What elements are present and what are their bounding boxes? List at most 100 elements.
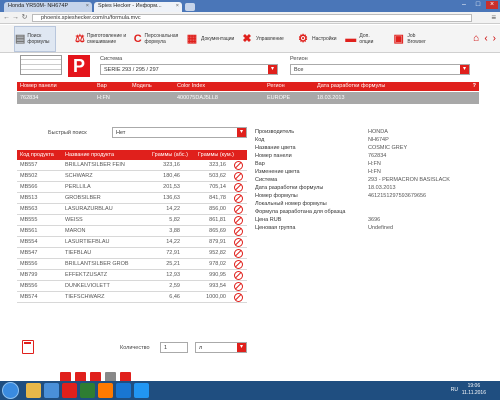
info-row: Изменение цвета H:FN <box>255 168 485 176</box>
delete-icon[interactable] <box>234 161 243 170</box>
table-row[interactable]: MB547 TIEFBLAU 72,91 952,82 <box>17 248 247 259</box>
app-icon[interactable] <box>62 383 77 398</box>
windows-taskbar: RU 19:06 11.11.2016 <box>0 381 500 400</box>
skype-icon[interactable] <box>134 383 149 398</box>
browser-tab-1[interactable]: Honda YR50M- NH674P × <box>4 2 92 12</box>
new-tab-button[interactable] <box>185 3 195 11</box>
info-value: NH674P <box>368 137 389 143</box>
toolbar-job-browser[interactable]: ▣ Job Browser <box>392 26 434 52</box>
delete-icon[interactable] <box>234 172 243 181</box>
region-label: Регион <box>290 56 308 62</box>
cell: 201,53 <box>163 184 180 190</box>
start-button-icon[interactable] <box>2 382 19 399</box>
close-icon[interactable]: × <box>176 3 179 9</box>
media-icon[interactable] <box>98 383 113 398</box>
url-input[interactable]: phoenix.spieshecker.com/ru/formula.mvc <box>32 14 472 22</box>
delete-icon[interactable] <box>234 216 243 225</box>
cell: MB566 <box>20 184 38 190</box>
browser-tab-2[interactable]: Spies Hecker - Информ... × <box>94 2 182 12</box>
forward-icon[interactable]: › <box>493 33 496 44</box>
browser-menu-icon[interactable]: ≡ <box>491 14 496 22</box>
info-row: Дата разработки формулы 18.03.2013 <box>255 184 485 192</box>
toolbar-documents[interactable]: ▦ Документации <box>185 26 240 52</box>
ie-icon[interactable] <box>44 383 59 398</box>
close-icon[interactable]: × <box>86 3 89 9</box>
cell: MB799 <box>20 272 38 278</box>
toolbar-label: Приготовление и смешивание <box>86 33 127 45</box>
back-arrow-icon[interactable]: ← <box>2 14 11 22</box>
chrome-icon[interactable] <box>80 383 95 398</box>
system-value: SERIE 293 / 295 / 297 <box>104 67 159 73</box>
summary-table-row[interactable]: 762834 H:FN 400075DAJ5LL8 EUROPE 18.03.2… <box>17 92 479 104</box>
cell: LASURTIEFBLAU <box>65 239 110 245</box>
cell: MB547 <box>20 250 38 256</box>
info-row: Локальный номер формулы <box>255 200 485 208</box>
toolbar-mixing[interactable]: ⚖ Приготовление и смешивание <box>75 26 130 52</box>
chevron-down-icon: ▾ <box>460 65 469 74</box>
cell: MB563 <box>20 206 38 212</box>
toolbar-formula-search[interactable]: ▤ Поиск формулы <box>14 26 56 52</box>
toolbar-management[interactable]: ✖ Управление <box>240 26 295 52</box>
toolbar-extra-options[interactable]: ▬ Доп. опции <box>344 26 384 52</box>
toolbar-settings[interactable]: ⚙ Настройки <box>296 26 341 52</box>
table-row[interactable]: MB555 WEISS 5,82 861,81 <box>17 215 247 226</box>
help-icon[interactable]: ? <box>473 82 476 91</box>
table-row[interactable]: MB556 BRILLANTSILBER GROB 25,21 978,02 <box>17 259 247 270</box>
calculator-icon[interactable] <box>22 340 34 354</box>
delete-icon[interactable] <box>234 282 243 291</box>
delete-icon[interactable] <box>234 293 243 302</box>
table-row[interactable]: MB574 TIEFSCHWARZ 6,46 1000,00 <box>17 292 247 303</box>
col-header: Номер панели <box>20 83 57 89</box>
briefcase-icon: ▬ <box>345 33 357 45</box>
formula-table: Код продукта Название продукта Граммы (а… <box>17 150 247 303</box>
cell: 503,62 <box>209 173 226 179</box>
cell: MARON <box>65 228 86 234</box>
delete-icon[interactable] <box>234 194 243 203</box>
info-value: Undefined <box>368 225 394 231</box>
cell: 856,00 <box>209 206 226 212</box>
document-icon: ▦ <box>186 33 198 45</box>
address-bar-row: ← → ↻ phoenix.spieshecker.com/ru/formula… <box>0 12 500 24</box>
window-close-icon[interactable]: × <box>486 1 498 9</box>
back-icon[interactable]: ‹ <box>484 33 487 44</box>
region-select[interactable]: Все ▾ <box>290 64 470 75</box>
word-icon[interactable] <box>116 383 131 398</box>
quick-search-select[interactable]: Нет ▾ <box>112 127 247 138</box>
language-indicator[interactable]: RU <box>451 387 458 393</box>
unit-value: л <box>199 345 203 351</box>
table-row[interactable]: MB556 DUNKELVIOLETT 2,59 993,54 <box>17 281 247 292</box>
table-row[interactable]: MB554 LASURTIEFBLAU 14,22 879,91 <box>17 237 247 248</box>
quantity-input[interactable]: 1 <box>160 342 188 353</box>
table-row[interactable]: MB561 MARON 3,88 865,69 <box>17 226 247 237</box>
explorer-icon[interactable] <box>26 383 41 398</box>
toolbar-personal-formula[interactable]: C Персональная формула <box>133 26 183 52</box>
col-header: Регион <box>267 83 285 89</box>
quantity-label: Количество <box>120 345 150 351</box>
tab-title: Honda YR50M- NH674P <box>8 3 69 9</box>
table-row[interactable]: MB557 BRILLANTSILBER FEIN 323,16 323,16 <box>17 160 247 171</box>
browser-tab-bar: Honda YR50M- NH674P × Spies Hecker - Инф… <box>0 0 500 12</box>
cell: LASURAZURBLAU <box>65 206 113 212</box>
delete-icon[interactable] <box>234 205 243 214</box>
reload-icon[interactable]: ↻ <box>20 14 29 22</box>
unit-select[interactable]: л ▾ <box>195 342 247 353</box>
delete-icon[interactable] <box>234 183 243 192</box>
home-icon[interactable]: ⌂ <box>473 33 479 44</box>
table-row[interactable]: MB563 LASURAZURBLAU 14,22 856,00 <box>17 204 247 215</box>
delete-icon[interactable] <box>234 238 243 247</box>
table-row[interactable]: MB799 EFFEKTZUSATZ 12,93 990,95 <box>17 270 247 281</box>
minimize-icon[interactable]: – <box>458 1 470 9</box>
system-select[interactable]: SERIE 293 / 295 / 297 ▾ <box>100 64 278 75</box>
info-value: 762834 <box>368 153 387 159</box>
forward-arrow-icon[interactable]: → <box>11 14 20 22</box>
taskbar-clock[interactable]: 19:06 11.11.2016 <box>462 383 486 397</box>
delete-icon[interactable] <box>234 227 243 236</box>
delete-icon[interactable] <box>234 271 243 280</box>
table-row[interactable]: MB513 GROBSILBER 136,63 841,78 <box>17 193 247 204</box>
delete-icon[interactable] <box>234 249 243 258</box>
tools-icon: ✖ <box>242 33 252 45</box>
table-row[interactable]: MB502 SCHWARZ 180,46 503,62 <box>17 171 247 182</box>
delete-icon[interactable] <box>234 260 243 269</box>
maximize-icon[interactable]: □ <box>472 1 484 9</box>
table-row[interactable]: MB566 PERLLILA 201,53 705,14 <box>17 182 247 193</box>
